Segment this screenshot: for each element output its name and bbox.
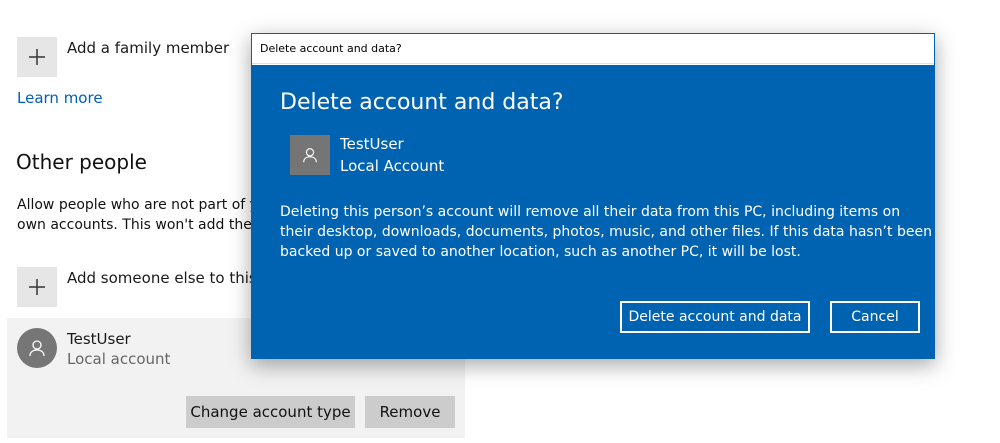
remove-button[interactable]: Remove — [365, 396, 455, 428]
other-people-heading: Other people — [16, 150, 147, 174]
cancel-button[interactable]: Cancel — [830, 301, 920, 333]
dialog-body: Delete account and data? TestUser Local … — [252, 65, 934, 358]
dialog-user-type: Local Account — [340, 157, 445, 175]
dialog-avatar — [290, 135, 330, 175]
add-someone-else-label: Add someone else to this PC — [67, 269, 251, 287]
dialog-title: Delete account and data? — [280, 90, 564, 115]
dialog-message-line3: backed up or saved to another location, … — [280, 244, 801, 260]
user-account-type: Local account — [67, 350, 171, 368]
dialog-message-line2: their desktop, downloads, documents, pho… — [280, 224, 932, 240]
other-people-description-line1: Allow people who are not part of yo — [17, 197, 257, 213]
delete-account-and-data-button[interactable]: Delete account and data — [620, 301, 810, 333]
plus-icon — [17, 267, 57, 307]
dialog-message: Deleting this person’s account will remo… — [280, 202, 932, 262]
add-family-member-button[interactable]: Add a family member — [17, 37, 257, 77]
dialog-message-line1: Deleting this person’s account will remo… — [280, 204, 901, 220]
person-icon — [29, 340, 45, 357]
add-family-member-label: Add a family member — [67, 39, 230, 57]
dialog-user-name: TestUser — [340, 135, 404, 153]
add-someone-else-button[interactable]: Add someone else to this PC — [17, 267, 257, 307]
person-icon — [303, 148, 317, 163]
dialog-titlebar: Delete account and data? — [252, 34, 934, 64]
other-people-description-line2: own accounts. This won't add them — [17, 217, 257, 233]
user-name: TestUser — [67, 330, 131, 348]
delete-account-dialog: Delete account and data? Delete account … — [251, 33, 935, 359]
other-people-description: Allow people who are not part of yo own … — [17, 195, 257, 235]
learn-more-link[interactable]: Learn more — [17, 89, 103, 107]
avatar — [17, 328, 57, 368]
change-account-type-button[interactable]: Change account type — [186, 396, 355, 428]
plus-icon — [17, 37, 57, 77]
